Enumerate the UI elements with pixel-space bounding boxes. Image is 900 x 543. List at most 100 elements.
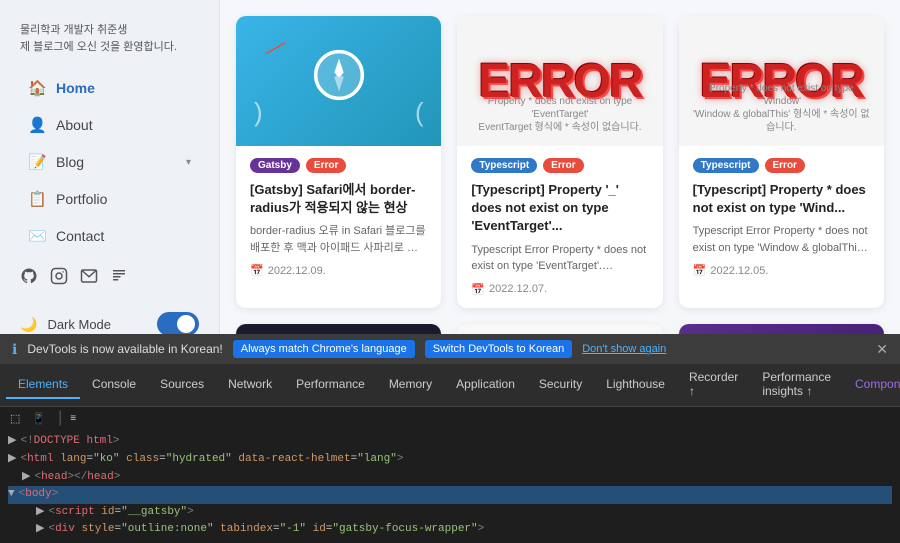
tag-error: Error — [543, 158, 583, 173]
email-icon[interactable] — [80, 267, 98, 290]
tag-gatsby: Gatsby — [250, 158, 300, 173]
sidebar-item-contact[interactable]: ✉️ Contact — [8, 218, 211, 254]
tab-performance-insights[interactable]: Performance insights ↑ — [750, 364, 843, 406]
card-atomic-design[interactable]: ⚛ ❄ 📄 React Design Pattern [React] 아토믹 디… — [236, 324, 441, 335]
error-desc: Property * does not exist on type 'Event… — [457, 91, 662, 138]
sidebar: 물리학과 개발자 취준생 제 블로그에 오신 것을 환영합니다. 🏠 Home … — [0, 0, 220, 334]
sidebar-item-contact-label: Contact — [56, 228, 104, 244]
curve-left-icon: ) — [254, 97, 263, 128]
card-date: 📅 2022.12.05. — [693, 264, 870, 277]
card-date: 📅 2022.12.09. — [250, 264, 427, 277]
card-ts-event-target[interactable]: ERROR Property * does not exist on type … — [457, 16, 662, 308]
match-language-button[interactable]: Always match Chrome's language — [233, 340, 415, 358]
code-line-html: ▶<html lang="ko" class="hydrated" data-r… — [8, 451, 892, 469]
card-title: [Gatsby] Safari에서 border-radius가 적용되지 않는… — [250, 181, 427, 217]
tab-recorder[interactable]: Recorder ↑ — [677, 364, 750, 406]
devtools-notification-text: DevTools is now available in Korean! — [27, 342, 222, 356]
tab-console[interactable]: Console — [80, 371, 148, 399]
code-line-doctype: ▶<!DOCTYPE html> — [8, 433, 892, 451]
tag-typescript: Typescript — [693, 158, 759, 173]
card-excerpt: Typescript Error Property * does not exi… — [471, 242, 648, 275]
cards-grid: — ) ) Gatsby Error [Gatsby] Safari에서 bor… — [220, 0, 900, 334]
github-icon[interactable] — [20, 267, 38, 290]
curve-right-icon: ) — [415, 97, 424, 128]
tab-network[interactable]: Network — [216, 371, 284, 399]
calendar-icon: 📅 — [693, 264, 707, 277]
card-ts-window[interactable]: ERROR Property * does not exist on type … — [679, 16, 884, 308]
card-body: Typescript Error [Typescript] Property '… — [457, 146, 662, 308]
code-line-body-selected: ▼<body> — [8, 486, 892, 504]
dont-show-link[interactable]: Don't show again — [582, 343, 666, 355]
sidebar-item-about[interactable]: 👤 About — [8, 107, 211, 143]
code-line-head: ▶<head></head> — [8, 469, 892, 487]
card-excerpt: border-radius 오류 in Safari 블로그를 배포한 후 맥과… — [250, 223, 427, 256]
instagram-icon[interactable] — [50, 267, 68, 290]
card-excerpt: Typescript Error Property * does not exi… — [693, 223, 870, 256]
tab-elements[interactable]: Elements — [6, 371, 80, 399]
calendar-icon: 📅 — [471, 283, 485, 296]
error-thumb: ERROR Property * does not exist on type … — [679, 16, 884, 146]
card-body: Typescript Error [Typescript] Property *… — [679, 146, 884, 289]
tab-sources[interactable]: Sources — [148, 371, 216, 399]
about-icon: 👤 — [28, 116, 46, 134]
date-text: 2022.12.07. — [489, 283, 547, 295]
devtools-info-icon: ℹ — [12, 341, 17, 358]
dark-mode-label: Dark Mode — [47, 317, 111, 332]
tab-lighthouse[interactable]: Lighthouse — [594, 371, 677, 399]
home-icon: 🏠 — [28, 79, 46, 97]
card-safari-border-radius[interactable]: — ) ) Gatsby Error [Gatsby] Safari에서 bor… — [236, 16, 441, 308]
devtools-inspect-button[interactable]: ⬚ — [6, 410, 24, 427]
notification-close-button[interactable]: ✕ — [876, 341, 888, 358]
card-tags: Gatsby Error — [250, 158, 427, 173]
calendar-icon: 📅 — [250, 264, 264, 277]
sidebar-item-home[interactable]: 🏠 Home — [8, 70, 211, 106]
tab-memory[interactable]: Memory — [377, 371, 444, 399]
code-line-script: ▶<script id="__gatsby"> — [8, 504, 892, 522]
blog-icon: 📝 — [28, 153, 46, 171]
sidebar-item-about-label: About — [56, 117, 93, 133]
sidebar-item-home-label: Home — [56, 80, 95, 96]
sidebar-item-blog[interactable]: 📝 Blog ▾ — [8, 144, 211, 180]
date-text: 2022.12.09. — [268, 265, 326, 277]
profile-subtitle: 물리학과 개발자 취준생 제 블로그에 오신 것을 환영합니다. — [20, 22, 199, 55]
content-area: — ) ) Gatsby Error [Gatsby] Safari에서 bor… — [220, 0, 900, 334]
devtools-toolbar: ⬚ 📱 | ≡ — [0, 407, 900, 429]
dark-mode-toggle[interactable] — [157, 312, 199, 334]
card-date: 📅 2022.12.07. — [471, 283, 648, 296]
moon-icon: 🌙 — [20, 316, 37, 333]
devtools-device-button[interactable]: 📱 — [28, 410, 50, 427]
tab-performance[interactable]: Performance — [284, 371, 377, 399]
tab-application[interactable]: Application — [444, 371, 527, 399]
error-thumb: ERROR Property * does not exist on type … — [457, 16, 662, 146]
devtools-tabs: Elements Console Sources Network Perform… — [0, 364, 900, 407]
card-thumbnail: ERROR Property * does not exist on type … — [679, 16, 884, 146]
tab-components[interactable]: Components — [843, 371, 900, 399]
sidebar-item-portfolio[interactable]: 📋 Portfolio — [8, 181, 211, 217]
sidebar-item-blog-label: Blog — [56, 154, 84, 170]
card-gatsby-thumbnail[interactable]: The Fastest Frontend for the Headless We… — [457, 324, 662, 335]
dark-mode-section: 🌙 Dark Mode — [0, 302, 219, 334]
card-tags: Typescript Error — [693, 158, 870, 173]
devtools-code-panel: ▶<!DOCTYPE html> ▶<html lang="ko" class=… — [0, 429, 900, 543]
date-text: 2022.12.05. — [710, 265, 768, 277]
notion-icon[interactable] — [110, 267, 128, 290]
social-links — [0, 255, 219, 302]
portfolio-icon: 📋 — [28, 190, 46, 208]
chevron-down-icon: ▾ — [186, 157, 191, 168]
code-line-div: ▶<div style="outline:none" tabindex="-1"… — [8, 521, 892, 539]
tab-security[interactable]: Security — [527, 371, 594, 399]
toolbar-separator: | — [54, 409, 66, 427]
switch-devtools-button[interactable]: Switch DevTools to Korean — [425, 340, 572, 358]
sidebar-nav: 🏠 Home 👤 About 📝 Blog ▾ 📋 Portfolio ✉️ C… — [0, 69, 219, 255]
card-gatsby-markdown[interactable]: Gatsby MarkDown Custom [Gatsby] gatsby m… — [679, 324, 884, 335]
devtools-notification-bar: ℹ DevTools is now available in Korean! A… — [0, 334, 900, 364]
toolbar-info: ≡ — [70, 413, 76, 424]
card-thumbnail: ⚛ ❄ 📄 — [236, 324, 441, 335]
card-title: [Typescript] Property '_' does not exist… — [471, 181, 648, 236]
error-line-icon: — — [259, 30, 291, 64]
toggle-slider — [157, 312, 199, 334]
card-thumbnail: — ) ) — [236, 16, 441, 146]
sidebar-profile: 물리학과 개발자 취준생 제 블로그에 오신 것을 환영합니다. — [0, 12, 219, 69]
tag-typescript: Typescript — [471, 158, 537, 173]
tag-error: Error — [306, 158, 346, 173]
